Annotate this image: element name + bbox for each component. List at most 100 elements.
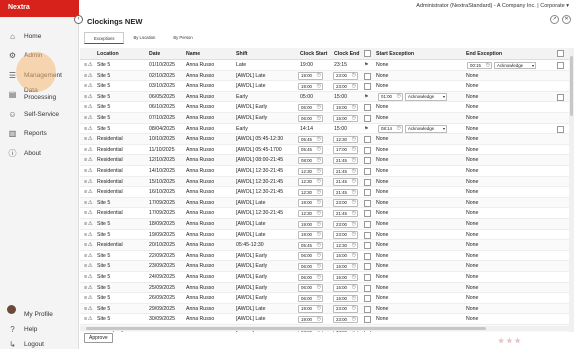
start-exception-checkbox[interactable] [364, 274, 371, 281]
clock-end-input[interactable]: 15:00 ◷ [333, 262, 358, 271]
clock-start-input[interactable]: 05:45 ◷ [298, 241, 323, 250]
end-exception-checkbox[interactable] [557, 62, 564, 69]
table-row[interactable]: ≡⚠ Site 5 25/09/2025 Anna Russo [AWOL] Early… [80, 282, 572, 294]
start-exception-checkbox[interactable] [364, 72, 371, 80]
table-row[interactable]: ≡⚠ Site 5 26/09/2025 Anna Russo [AWOL] Early… [80, 293, 572, 304]
clock-end-input[interactable]: 21:45 ◷ [333, 156, 358, 165]
clock-start-input[interactable]: 06:00◷ [298, 114, 323, 122]
clock-end-input[interactable]: 23:00 ◷ [333, 305, 358, 313]
clock-start-input[interactable]: 19:00 ◷ [298, 231, 323, 239]
row-menu-icon[interactable]: ≡⚠ [84, 179, 93, 185]
row-menu-icon[interactable]: ≡⚠ [84, 242, 93, 248]
sidebar-item-home[interactable]: ⌂ Home [0, 27, 79, 45]
start-exception-checkbox[interactable] [364, 295, 371, 303]
start-exception-checkbox[interactable] [364, 83, 371, 91]
table-row[interactable]: ≡⚠ Site 5 23/09/2025 Anna Russo [AWOL] Early… [80, 261, 572, 272]
clock-end-input[interactable]: 23:00 ◷ [333, 315, 358, 324]
clock-end-input[interactable]: 15:00 ◷ [333, 284, 358, 292]
table-row[interactable]: ≡⚠ Residential 15/10/2025 Anna Russo [AWOL] … [80, 176, 572, 188]
row-menu-icon[interactable]: ≡⚠ [84, 274, 93, 280]
table-row[interactable]: ≡⚠ Residential 11/10/2025 Anna Russo [AWOL] … [80, 145, 572, 156]
table-row[interactable]: ≡⚠ Site 5 08/04/2025 Anna Russo Early 14:14 15… [80, 124, 572, 135]
start-exception-checkbox[interactable] [364, 242, 371, 250]
table-row[interactable]: ≡⚠ Site 5 01/10/2025 Anna Russo Late 19:00 23:… [80, 60, 572, 71]
start-exception-checkbox[interactable] [364, 157, 371, 165]
start-exception-checkbox[interactable] [364, 168, 371, 175]
clock-end-input[interactable]: 15:00 ◷ [333, 114, 358, 122]
col-clock-start[interactable]: Clock Start [300, 51, 327, 57]
clock-start-input[interactable]: 12:30 ◷ [298, 188, 323, 197]
clock-start-input[interactable]: 06:00◷ [298, 284, 323, 292]
table-row[interactable]: ≡⚠ Site 5 22/09/2025 Anna Russo [AWOL] Early… [80, 251, 572, 262]
clock-end-input[interactable]: 15:00 ◷ [333, 103, 358, 112]
clock-end-input[interactable]: 12:30 ◷ [333, 241, 358, 250]
row-menu-icon[interactable]: ≡⚠ [84, 253, 93, 259]
start-exception-select[interactable]: Acknowledge ▾ [405, 125, 447, 133]
start-exception-checkbox[interactable] [364, 221, 371, 228]
popout-icon[interactable]: ↗ [550, 15, 559, 24]
col-end-exception[interactable]: End Exception [466, 51, 502, 57]
col-clock-end[interactable]: Clock End [334, 51, 359, 57]
table-row[interactable]: ≡⚠ Site 5 17/09/2025 Anna Russo [AWOL] Late 1… [80, 197, 572, 209]
table-row[interactable]: ≡⚠ Site 5 07/10/2025 Anna Russo [AWOL] Early… [80, 113, 572, 124]
clock-end-input[interactable]: 12:30 ◷ [333, 135, 358, 144]
close-icon[interactable]: ✕ [562, 15, 571, 24]
end-exception-checkbox[interactable] [557, 125, 564, 133]
row-menu-icon[interactable]: ≡⚠ [84, 295, 93, 301]
clock-end-input[interactable]: 23:00 ◷ [333, 199, 358, 207]
start-exception-time-input[interactable]: 01:00 ◷ [378, 93, 403, 101]
clock-start-input[interactable]: 06:00◷ [298, 262, 323, 271]
start-exception-checkbox[interactable] [364, 231, 371, 239]
clock-end-input[interactable]: 21:45 ◷ [333, 188, 358, 197]
clock-end-input[interactable]: 23:00 ◷ [333, 82, 358, 91]
end-exception-checkbox[interactable] [557, 93, 564, 101]
col-date[interactable]: Date [149, 51, 160, 57]
clock-start-input[interactable]: 06:00◷ [298, 252, 323, 260]
clock-end-input[interactable]: 23:00 ◷ [333, 231, 358, 239]
end-exception-select[interactable]: Acknowledge ▾ [494, 61, 536, 69]
start-exception-checkbox[interactable] [364, 146, 371, 154]
row-menu-icon[interactable]: ≡⚠ [84, 189, 93, 195]
select-all-start-checkbox[interactable] [364, 50, 371, 57]
clock-start-input[interactable]: 12:30 ◷ [298, 209, 323, 218]
clock-end-input[interactable]: 21:45 ◷ [333, 167, 358, 175]
start-exception-select[interactable]: Acknowledge ▾ [405, 93, 447, 101]
row-menu-icon[interactable]: ≡⚠ [84, 210, 93, 216]
start-exception-checkbox[interactable] [364, 305, 371, 313]
table-row[interactable]: ≡⚠ Residential 12/10/2025 Anna Russo [AWOL] … [80, 155, 572, 166]
clock-start-input[interactable]: 12:30 ◷ [298, 178, 323, 186]
row-menu-icon[interactable]: ≡⚠ [84, 126, 93, 132]
clock-end-input[interactable]: 21:45 ◷ [333, 178, 358, 186]
end-exception-time-input[interactable]: 00:15 ◷ [467, 61, 492, 69]
clock-start-input[interactable]: 19:00 ◷ [298, 305, 323, 313]
tab-by-person[interactable]: By Person [164, 32, 201, 44]
start-exception-checkbox[interactable] [364, 316, 371, 324]
clock-start-input[interactable]: 19:00 ◷ [298, 220, 323, 228]
row-menu-icon[interactable]: ≡⚠ [84, 157, 93, 163]
start-exception-time-input[interactable]: 08:14 ◷ [378, 125, 403, 133]
row-menu-icon[interactable]: ≡⚠ [84, 83, 93, 89]
row-menu-icon[interactable]: ≡⚠ [84, 221, 93, 227]
horizontal-scrollbar[interactable] [80, 326, 569, 331]
row-menu-icon[interactable]: ≡⚠ [84, 232, 93, 238]
clock-end-input[interactable]: 15:00 ◷ [333, 273, 358, 281]
clock-start-input[interactable]: 12:30 ◷ [298, 167, 323, 175]
sidebar-item-self-service[interactable]: ☺ Self-Service [0, 105, 79, 123]
clock-start-input[interactable]: 06:00◷ [298, 103, 323, 112]
user-company-menu[interactable]: Administrator (NextraStandard) - A Compa… [416, 3, 569, 9]
start-exception-checkbox[interactable] [364, 104, 371, 112]
table-row[interactable]: ≡⚠ Site 5 02/10/2025 Anna Russo [AWOL] Late 1… [80, 70, 572, 82]
clock-end-input[interactable]: 17:00 ◷ [333, 146, 358, 154]
start-exception-checkbox[interactable] [364, 115, 371, 122]
table-row[interactable]: ≡⚠ Site 5 06/10/2025 Anna Russo [AWOL] Early… [80, 102, 572, 113]
tab-exceptions[interactable]: Exceptions [84, 32, 125, 44]
col-location[interactable]: Location [97, 51, 119, 57]
avatar[interactable] [7, 305, 16, 314]
clock-start-input[interactable]: 19:00 ◷ [298, 199, 323, 207]
table-row[interactable]: ≡⚠ Site 5 29/09/2025 Anna Russo [AWOL] Late 1… [80, 303, 572, 315]
start-exception-checkbox[interactable] [364, 136, 371, 144]
start-exception-checkbox[interactable] [364, 210, 371, 218]
clock-start-input[interactable]: 05:45 ◷ [298, 146, 323, 154]
row-menu-icon[interactable]: ≡⚠ [84, 62, 93, 68]
collapse-sidebar-button[interactable]: ‹ [74, 15, 83, 24]
